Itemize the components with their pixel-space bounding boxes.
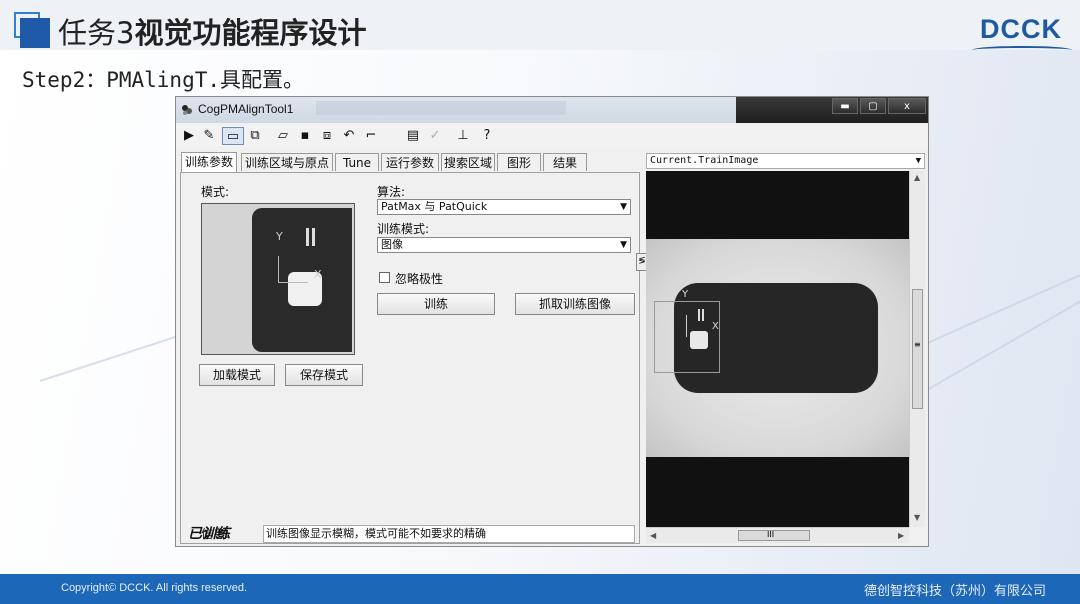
train-button[interactable]: 训练 — [377, 293, 495, 315]
title-marker-icon — [14, 12, 50, 48]
train-params-panel: 模式: Y X 加载模式 保存模式 算法: PatMax 与 PatQuick ▼… — [180, 172, 648, 544]
maximize-button[interactable]: ▢ — [860, 98, 886, 114]
scroll-down-icon[interactable]: ▼ — [914, 513, 920, 522]
ignore-polarity-label: 忽略极性 — [395, 272, 444, 286]
image-x-axis-label: X — [712, 321, 719, 332]
train-image-display[interactable]: Y X — [646, 171, 909, 527]
image-vertical-scrollbar[interactable]: ▲ ≡ ▼ — [909, 171, 925, 527]
train-mode-select[interactable]: 图像 ▼ — [377, 237, 631, 253]
pattern-image: Y X — [201, 203, 355, 355]
tab-train-region[interactable]: 训练区域与原点 — [241, 153, 333, 171]
reset-icon[interactable]: ⧈ — [318, 127, 336, 145]
window-title: CogPMAlignTool1 — [198, 102, 294, 116]
titlebar-ghost — [316, 101, 566, 115]
tab-graphics[interactable]: 图形 — [497, 153, 541, 171]
info-field: 训练图像显示模糊，模式可能不如要求的精确 — [263, 525, 635, 543]
horizontal-scroll-thumb[interactable]: III — [738, 530, 810, 541]
algorithm-label: 算法: — [377, 185, 406, 199]
tab-search-region[interactable]: 搜索区域 — [441, 153, 495, 171]
pattern-y-axis-label: Y — [276, 230, 283, 243]
pattern-label: 模式: — [201, 185, 230, 199]
tab-results[interactable]: 结果 — [543, 153, 587, 171]
slide-title: 任务3视觉功能程序设计 — [58, 16, 367, 50]
slide-footer: Copyright© DCCK. All rights reserved. 德创… — [0, 574, 1080, 604]
help-icon[interactable]: ? — [478, 127, 496, 145]
scroll-up-icon[interactable]: ▲ — [914, 173, 920, 182]
dcck-logo: DCCK — [972, 10, 1072, 54]
company-name: 德创智控科技（苏州）有限公司 — [863, 584, 1046, 599]
chevron-down-icon: ▼ — [620, 202, 627, 212]
grab-train-image-button[interactable]: 抓取训练图像 — [515, 293, 635, 315]
window-titlebar: CogPMAlignTool1 ▬ ▢ x — [176, 97, 928, 123]
tab-train-params[interactable]: 训练参数 — [181, 152, 237, 172]
save-icon[interactable]: ▪ — [296, 127, 314, 145]
display-icon[interactable]: ▭ — [222, 127, 244, 145]
image-y-axis-label: Y — [682, 289, 689, 300]
pattern-x-axis-label: X — [314, 268, 322, 281]
image-horizontal-scrollbar[interactable]: ◀ III ▶ — [646, 527, 909, 543]
toolbar: ▶ ✎ ▭ ⧉ ▱ ▪ ⧈ ↶ ⌐ ▤ ✓ ⊥ ? — [176, 125, 928, 147]
ignore-polarity-checkbox[interactable] — [379, 272, 390, 283]
close-button[interactable]: x — [888, 98, 926, 114]
edit-icon[interactable]: ✎ — [200, 127, 218, 145]
tab-strip: 训练参数 训练区域与原点 Tune 运行参数 搜索区域 图形 结果 — [181, 152, 646, 173]
tab-tune[interactable]: Tune — [335, 153, 379, 171]
scroll-left-icon[interactable]: ◀ — [650, 531, 656, 540]
counter-icon[interactable]: ▤ — [404, 127, 422, 145]
scroll-right-icon[interactable]: ▶ — [898, 531, 904, 540]
minimize-button[interactable]: ▬ — [832, 98, 858, 114]
cog-pmalign-window: CogPMAlignTool1 ▬ ▢ x ▶ ✎ ▭ ⧉ ▱ ▪ ⧈ ↶ ⌐ … — [175, 96, 929, 547]
app-icon — [182, 105, 192, 115]
titlebar-controls-area: ▬ ▢ x — [736, 97, 928, 123]
copy-icon[interactable]: ⧉ — [246, 127, 264, 145]
load-pattern-button[interactable]: 加载模式 — [199, 364, 275, 386]
chevron-down-icon: ▼ — [915, 156, 921, 166]
chevron-down-icon: ▼ — [620, 240, 627, 250]
image-source-select[interactable]: Current.TrainImage ▼ — [646, 153, 925, 169]
wand-icon[interactable]: ⌐ — [362, 127, 380, 145]
check-icon[interactable]: ✓ — [426, 127, 444, 145]
run-icon[interactable]: ▶ — [180, 127, 198, 145]
vertical-scroll-thumb[interactable]: ≡ — [912, 289, 923, 409]
train-region-roi[interactable] — [654, 301, 720, 373]
tab-run-params[interactable]: 运行参数 — [381, 153, 439, 171]
save-pattern-button[interactable]: 保存模式 — [285, 364, 363, 386]
step-caption: Step2：PMAlingT.具配置。 — [22, 68, 305, 92]
algorithm-select[interactable]: PatMax 与 PatQuick ▼ — [377, 199, 631, 215]
train-mode-label: 训练模式: — [377, 222, 430, 236]
undo-icon[interactable]: ↶ — [340, 127, 358, 145]
copyright-text: Copyright© DCCK. All rights reserved. — [61, 582, 248, 594]
graph-icon[interactable]: ⊥ — [454, 127, 472, 145]
vscroll-grip: ≡ — [914, 340, 921, 349]
open-icon[interactable]: ▱ — [274, 127, 292, 145]
trained-status: 已训练 — [188, 526, 230, 542]
hscroll-grip: III — [767, 530, 775, 539]
